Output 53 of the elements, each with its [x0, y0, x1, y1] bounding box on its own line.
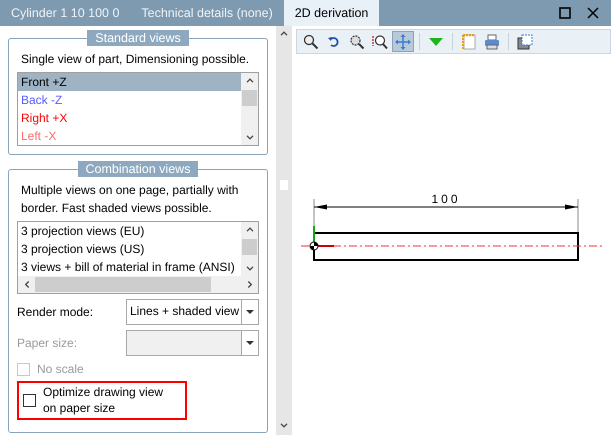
- field-label: Render mode:: [17, 305, 94, 319]
- list-item-label: Right +X: [21, 111, 68, 125]
- scrollbar-thumb[interactable]: [280, 180, 288, 190]
- maximize-icon[interactable]: [559, 7, 571, 19]
- checkbox-label: No scale: [37, 362, 84, 376]
- list-item[interactable]: Front +Z: [18, 73, 241, 91]
- scrollbar[interactable]: [241, 73, 258, 145]
- description: Multiple views on one page, partially with border. Fast shaded views possible.: [21, 182, 240, 217]
- chevron-left-icon: [24, 280, 29, 288]
- chevron-down-icon: [246, 135, 254, 140]
- magnifier-icon: [349, 34, 365, 50]
- chevron-up-icon: [280, 30, 288, 36]
- scrollbar-thumb[interactable]: [242, 239, 257, 255]
- list-item-label: Back -Z: [21, 93, 62, 107]
- list-item[interactable]: 3 projection views (EU): [18, 222, 241, 240]
- scrollbar-thumb[interactable]: [242, 90, 257, 106]
- list-item-label: Left -X: [21, 129, 56, 143]
- tab[interactable]: 2D derivation: [284, 0, 380, 26]
- list-item[interactable]: Right +X: [18, 109, 241, 127]
- frame-icon: [462, 34, 476, 50]
- export-icon: [517, 34, 533, 50]
- chevron-up-icon: [246, 78, 254, 83]
- chevron-up-icon: [246, 227, 254, 232]
- paper-size-dropdown[interactable]: [126, 330, 259, 356]
- magnifier-icon: [303, 34, 319, 50]
- checkbox[interactable]: [23, 394, 36, 406]
- dropdown-arrow-icon: [246, 341, 254, 345]
- dropdown-arrow-icon: [246, 310, 254, 314]
- undo-icon: [327, 36, 341, 48]
- checkbox-label: Optimize drawing view on paper size: [43, 384, 164, 416]
- magnifier-icon: [372, 34, 388, 50]
- axis-origin-icon: [310, 226, 334, 250]
- field-label: Paper size:: [17, 336, 78, 350]
- triangle-down-icon: [429, 38, 443, 46]
- chevron-right-icon: [247, 280, 252, 288]
- list-item[interactable]: Back -Z: [18, 91, 241, 109]
- list-item-label: Front +Z: [21, 75, 67, 89]
- render-mode-dropdown[interactable]: Lines + shaded view: [126, 299, 259, 325]
- description: Single view of part, Dimensioning possible.: [21, 51, 250, 68]
- chevron-down-icon: [246, 266, 254, 271]
- move-arrows-icon: [395, 34, 411, 50]
- dimension-value: 100: [431, 192, 461, 206]
- list-item[interactable]: 3 projection views (US): [18, 240, 241, 258]
- printer-icon: [484, 34, 500, 50]
- group-title: Combination views: [78, 161, 198, 177]
- scrollbar[interactable]: [18, 276, 258, 293]
- list-item[interactable]: 3 views + bill of material in frame (ANSI): [18, 258, 241, 276]
- close-icon[interactable]: [587, 7, 599, 19]
- scrollbar[interactable]: [276, 26, 292, 435]
- chevron-down-icon: [280, 423, 288, 428]
- group-title: Standard views: [87, 30, 189, 46]
- scrollbar-thumb[interactable]: [35, 277, 211, 292]
- scrollbar[interactable]: [241, 222, 258, 276]
